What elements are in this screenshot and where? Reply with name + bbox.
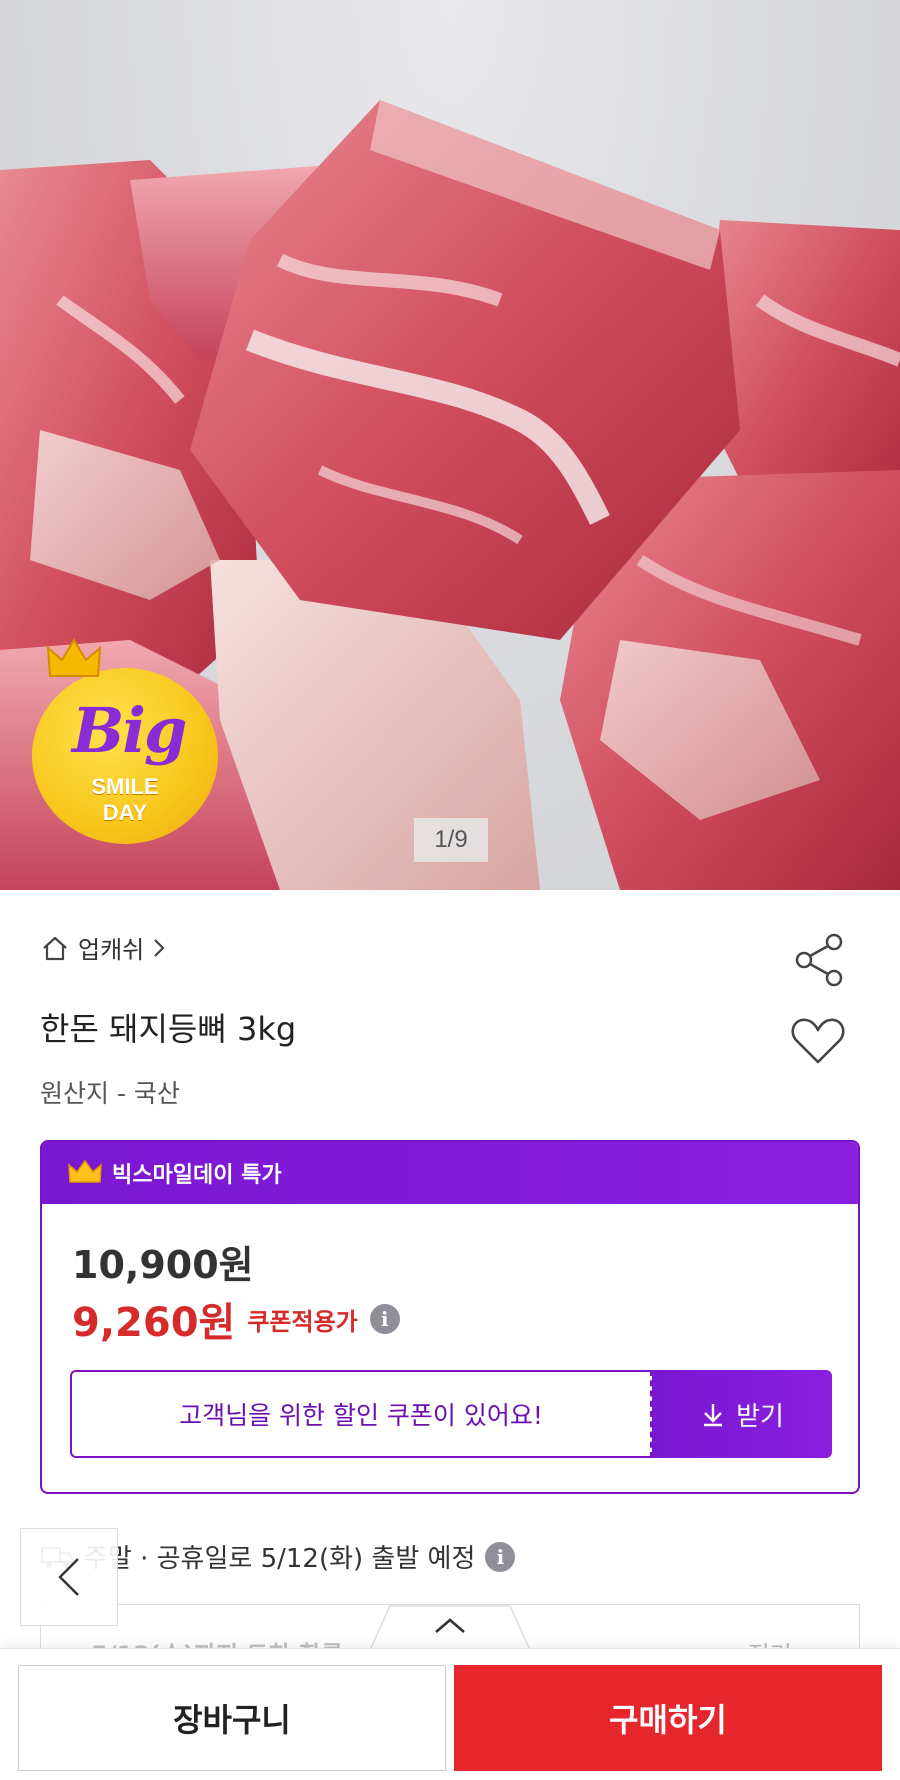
- chevron-right-icon: [154, 938, 165, 957]
- promo-header-label: 빅스마일데이 특가: [112, 1163, 282, 1188]
- coupon-download-label: 받기: [736, 1401, 784, 1432]
- coupon-download-button[interactable]: 받기: [652, 1370, 832, 1458]
- product-image-carousel[interactable]: Big SMILE DAY 1/9: [0, 0, 900, 890]
- original-price: 10,900원: [72, 1243, 254, 1287]
- product-title: 한돈 돼지등뼈 3kg: [40, 1010, 297, 1048]
- big-smile-day-badge: Big SMILE DAY: [32, 636, 218, 844]
- promo-card: 빅스마일데이 특가 10,900원 9,260원 쿠폰적용가 i 고객님을 위한…: [40, 1140, 860, 1494]
- chevron-left-icon: [58, 1558, 79, 1596]
- sale-price: 9,260원: [72, 1300, 236, 1346]
- info-icon[interactable]: i: [485, 1541, 516, 1572]
- store-link[interactable]: 업캐쉬: [40, 930, 166, 965]
- image-counter: 1/9: [414, 818, 488, 862]
- home-icon: [43, 936, 67, 960]
- collapse-handle[interactable]: [370, 1604, 530, 1650]
- coupon-message: 고객님을 위한 할인 쿠폰이 있어요!: [70, 1370, 650, 1458]
- bottom-action-bar: 장바구니 구매하기: [0, 1648, 900, 1780]
- heart-icon[interactable]: [790, 1016, 846, 1066]
- buy-now-button[interactable]: 구매하기: [454, 1665, 882, 1771]
- crown-icon: [68, 1160, 102, 1183]
- promo-header: 빅스마일데이 특가: [42, 1142, 858, 1204]
- origin-text: 원산지 - 국산: [40, 1079, 180, 1108]
- badge-smile-day-text: SMILE DAY: [91, 774, 159, 825]
- crown-icon: [46, 638, 102, 677]
- coupon-price-label: 쿠폰적용가: [247, 1307, 358, 1336]
- shipping-text: 주말 · 공휴일로 5/12(화) 출발 예정: [84, 1544, 476, 1574]
- badge-big-text: Big: [72, 694, 187, 767]
- add-to-cart-button[interactable]: 장바구니: [18, 1665, 446, 1771]
- back-button[interactable]: [20, 1528, 118, 1626]
- share-icon[interactable]: [792, 932, 848, 988]
- store-name: 업캐쉬: [78, 936, 145, 964]
- info-icon[interactable]: i: [369, 1304, 400, 1334]
- sale-price-row: 9,260원 쿠폰적용가 i: [72, 1290, 400, 1348]
- download-icon: [704, 1404, 723, 1427]
- coupon-banner[interactable]: 고객님을 위한 할인 쿠폰이 있어요! 받기: [70, 1370, 832, 1458]
